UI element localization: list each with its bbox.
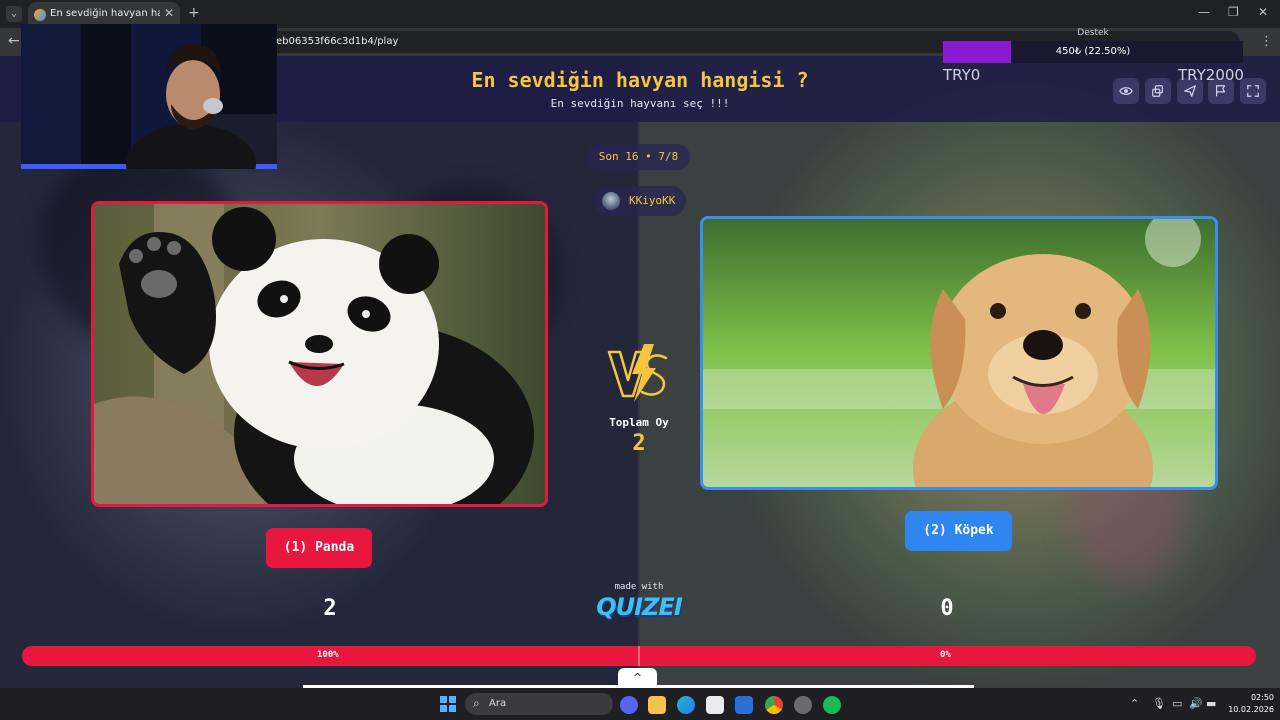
new-tab-button[interactable]: + bbox=[188, 5, 200, 21]
vote-progress-midline bbox=[638, 646, 640, 666]
quizei-logo[interactable]: QUIZEI bbox=[589, 593, 689, 621]
user-avatar bbox=[602, 192, 620, 210]
tab-close-icon[interactable]: ✕ bbox=[164, 6, 174, 20]
panda-image-card[interactable] bbox=[91, 201, 548, 507]
tab-favicon-icon bbox=[34, 9, 46, 21]
search-icon: ⌕ bbox=[473, 696, 480, 710]
back-button[interactable]: ← bbox=[8, 33, 20, 49]
user-badge: KKiyoKK bbox=[593, 186, 686, 216]
file-explorer-icon[interactable] bbox=[648, 696, 666, 714]
network-icon[interactable]: ▭ bbox=[1172, 697, 1182, 710]
chrome-icon[interactable] bbox=[765, 696, 783, 714]
edge-icon[interactable] bbox=[677, 696, 695, 714]
tab-title: En sevdiğin havyan hangisi ? - Q bbox=[50, 8, 160, 19]
donation-title: Destek bbox=[1077, 28, 1109, 38]
volume-icon[interactable]: 🔊 bbox=[1189, 697, 1203, 710]
search-placeholder: Ara bbox=[489, 698, 507, 709]
windows-start-icon[interactable] bbox=[440, 696, 456, 712]
panda-percent-label: 100% bbox=[317, 650, 339, 660]
donation-progress-bar: 450₺ (22.50%) bbox=[943, 41, 1243, 63]
fullscreen-icon bbox=[1247, 85, 1259, 97]
dog-vote-count: 0 bbox=[940, 596, 954, 621]
choose-dog-button[interactable]: (2) Köpek bbox=[905, 511, 1012, 551]
vote-progress-bar: 100% 0% bbox=[22, 646, 1256, 666]
store-icon[interactable] bbox=[706, 696, 724, 714]
url-text: eb06353f66c3d1b4/play bbox=[276, 36, 399, 47]
taskbar-search[interactable]: ⌕ Ara bbox=[465, 693, 613, 715]
choose-panda-button[interactable]: (1) Panda bbox=[266, 528, 372, 568]
webcam-overlay bbox=[21, 24, 277, 169]
window-close-button[interactable]: ✕ bbox=[1258, 5, 1268, 19]
donation-min: TRY0 bbox=[943, 66, 981, 84]
round-indicator: Son 16 • 7/8 bbox=[587, 144, 690, 170]
clock-time[interactable]: 02:50 bbox=[1240, 693, 1274, 702]
donation-max: TRY2000 bbox=[1178, 66, 1244, 84]
screen: ⌄ En sevdiğin havyan hangisi ? - Q ✕ + —… bbox=[0, 0, 1280, 720]
tray-chevron-icon[interactable]: ⌃ bbox=[1130, 697, 1139, 710]
obs-icon[interactable] bbox=[794, 696, 812, 714]
tab-search-button[interactable]: ⌄ bbox=[6, 6, 22, 22]
panda-vote-count: 2 bbox=[323, 596, 337, 621]
donation-amount: 450₺ (22.50%) bbox=[1055, 46, 1131, 57]
donation-goal-widget: Destek 450₺ (22.50%) TRY0 TRY2000 bbox=[943, 0, 1244, 90]
total-votes-label: Toplam Oy bbox=[609, 416, 669, 429]
dog-image-card[interactable] bbox=[700, 216, 1218, 490]
windows-taskbar bbox=[0, 688, 1280, 720]
user-name: KKiyoKK bbox=[629, 194, 676, 207]
mail-icon[interactable] bbox=[735, 696, 753, 714]
browser-menu-button[interactable]: ⋮ bbox=[1260, 34, 1273, 49]
microphone-icon[interactable]: 🎙 bbox=[1152, 697, 1166, 710]
versus-icon bbox=[607, 344, 668, 402]
made-with-label: made with bbox=[614, 582, 664, 592]
webcam-feed bbox=[21, 24, 277, 169]
dog-percent-label: 0% bbox=[940, 650, 951, 660]
total-votes-value: 2 bbox=[632, 431, 646, 456]
panda-photo bbox=[94, 204, 545, 504]
spotify-icon[interactable] bbox=[823, 696, 841, 714]
discord-icon[interactable] bbox=[620, 696, 638, 714]
clock-date[interactable]: 10.02.2026 bbox=[1226, 705, 1274, 714]
battery-icon[interactable]: ▬ bbox=[1206, 697, 1216, 710]
dog-photo bbox=[703, 219, 1215, 487]
